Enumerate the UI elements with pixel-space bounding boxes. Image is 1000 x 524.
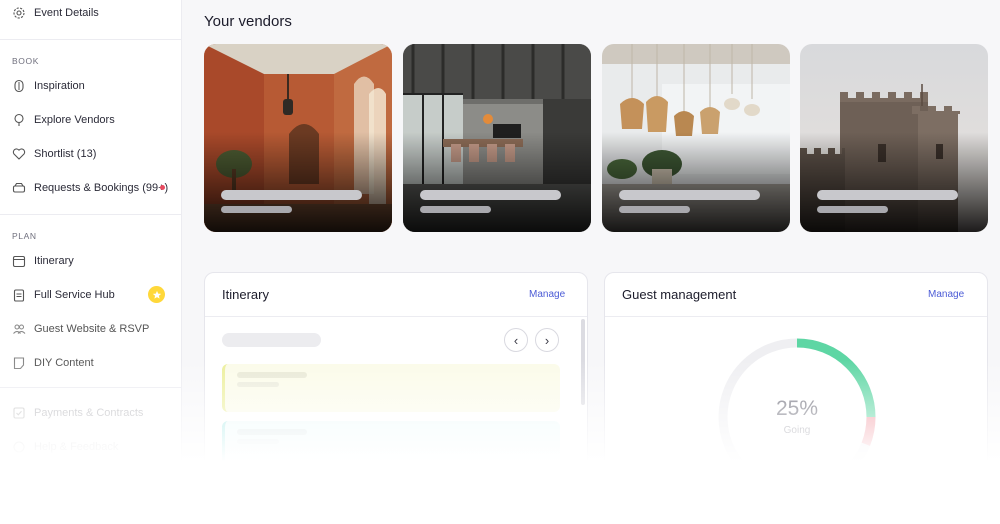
sidebar-item-itinerary[interactable]: Itinerary bbox=[12, 250, 74, 272]
sidebar-item-payments-contracts[interactable]: Payments & Contracts bbox=[12, 402, 143, 424]
vendor-meta-skeleton bbox=[619, 206, 690, 213]
heart-icon bbox=[12, 147, 26, 161]
vendor-name-skeleton bbox=[619, 190, 760, 200]
chevron-right-icon: › bbox=[544, 332, 550, 348]
itinerary-scrollbar[interactable] bbox=[581, 319, 585, 405]
card-overlay bbox=[602, 132, 790, 232]
vendor-card[interactable] bbox=[403, 44, 591, 232]
guest-management-panel: Guest management Manage 25% Going bbox=[604, 272, 988, 524]
sidebar-item-label: Help & Feedback bbox=[34, 441, 119, 453]
sidebar-item-explore-vendors[interactable]: Explore Vendors bbox=[12, 109, 115, 131]
sidebar-divider bbox=[0, 39, 181, 40]
panel-divider bbox=[605, 316, 987, 317]
sidebar-item-label: DIY Content bbox=[34, 357, 94, 369]
sidebar-item-label: Requests & Bookings (99+) bbox=[34, 182, 169, 194]
vendor-meta-skeleton bbox=[420, 206, 491, 213]
car-icon bbox=[12, 181, 26, 195]
card-overlay bbox=[403, 132, 591, 232]
event-title-skeleton bbox=[237, 429, 307, 435]
event-time-skeleton bbox=[237, 382, 279, 387]
pin-icon bbox=[12, 113, 26, 127]
vendor-card[interactable] bbox=[602, 44, 790, 232]
sidebar-item-inspiration[interactable]: Inspiration bbox=[12, 75, 85, 97]
sidebar-item-label: Event Details bbox=[34, 7, 99, 19]
itinerary-event-skeleton[interactable] bbox=[222, 421, 560, 469]
chevron-left-icon: ‹ bbox=[513, 332, 519, 348]
sidebar-item-label: Itinerary bbox=[34, 255, 74, 267]
event-time-skeleton bbox=[237, 439, 279, 444]
sidebar-item-help-feedback[interactable]: Help & Feedback bbox=[12, 436, 118, 458]
sidebar-item-label: Guest Website & RSVP bbox=[34, 323, 150, 335]
going-label: Going bbox=[783, 425, 811, 436]
sidebar-item-label: Explore Vendors bbox=[34, 114, 115, 126]
guest-manage-link[interactable]: Manage bbox=[928, 289, 964, 300]
lightbulb-icon bbox=[12, 79, 26, 93]
guest-management-title: Guest management bbox=[622, 287, 737, 302]
sidebar-divider bbox=[0, 387, 181, 388]
clipboard-icon bbox=[12, 288, 26, 302]
sidebar-item-event-details[interactable]: Event Details bbox=[12, 2, 99, 24]
vendor-name-skeleton bbox=[817, 190, 958, 200]
vendor-name-skeleton bbox=[221, 190, 362, 200]
vendor-card[interactable] bbox=[204, 44, 392, 232]
vendor-name-skeleton bbox=[420, 190, 561, 200]
guest-status-chart: 25% Going bbox=[715, 335, 879, 499]
sidebar-item-diy-content[interactable]: DIY Content bbox=[12, 352, 94, 374]
event-title-skeleton bbox=[237, 372, 307, 378]
sidebar-item-full-service-hub[interactable]: Full Service Hub bbox=[12, 284, 115, 306]
date-skeleton bbox=[222, 333, 321, 347]
gear-icon bbox=[12, 6, 26, 20]
vendors-section-title: Your vendors bbox=[204, 13, 292, 30]
itinerary-title: Itinerary bbox=[222, 287, 269, 302]
section-label-book: BOOK bbox=[12, 56, 39, 66]
itinerary-panel: Itinerary Manage ‹ › bbox=[204, 272, 588, 524]
card-overlay bbox=[800, 132, 988, 232]
notification-dot bbox=[160, 185, 165, 190]
card-overlay bbox=[204, 132, 392, 232]
sidebar-item-label: Shortlist (13) bbox=[34, 148, 97, 160]
sidebar-item-label: Full Service Hub bbox=[34, 289, 115, 301]
vendor-meta-skeleton bbox=[817, 206, 888, 213]
checkbox-icon bbox=[12, 406, 26, 420]
sidebar-item-shortlist[interactable]: Shortlist (13) bbox=[12, 143, 96, 165]
sidebar: Event Details BOOK Inspiration Explore V… bbox=[0, 0, 182, 524]
help-icon bbox=[12, 440, 26, 454]
sidebar-item-label: Inspiration bbox=[34, 80, 85, 92]
panel-divider bbox=[205, 316, 587, 317]
sidebar-divider bbox=[0, 214, 181, 215]
prev-day-button[interactable]: ‹ bbox=[504, 328, 528, 352]
note-icon bbox=[12, 356, 26, 370]
sidebar-item-requests-bookings[interactable]: Requests & Bookings (99+) bbox=[12, 177, 168, 199]
itinerary-event-skeleton[interactable] bbox=[222, 364, 560, 412]
itinerary-manage-link[interactable]: Manage bbox=[529, 289, 565, 300]
section-label-plan: PLAN bbox=[12, 231, 37, 241]
sidebar-item-label: Payments & Contracts bbox=[34, 407, 144, 419]
sidebar-item-guest-website[interactable]: Guest Website & RSVP bbox=[12, 318, 149, 340]
going-percentage: 25% bbox=[775, 397, 819, 420]
vendor-card[interactable] bbox=[800, 44, 988, 232]
next-day-button[interactable]: › bbox=[535, 328, 559, 352]
vendor-meta-skeleton bbox=[221, 206, 292, 213]
star-badge-icon bbox=[148, 286, 165, 303]
calendar-icon bbox=[12, 254, 26, 268]
guests-icon bbox=[12, 322, 26, 336]
